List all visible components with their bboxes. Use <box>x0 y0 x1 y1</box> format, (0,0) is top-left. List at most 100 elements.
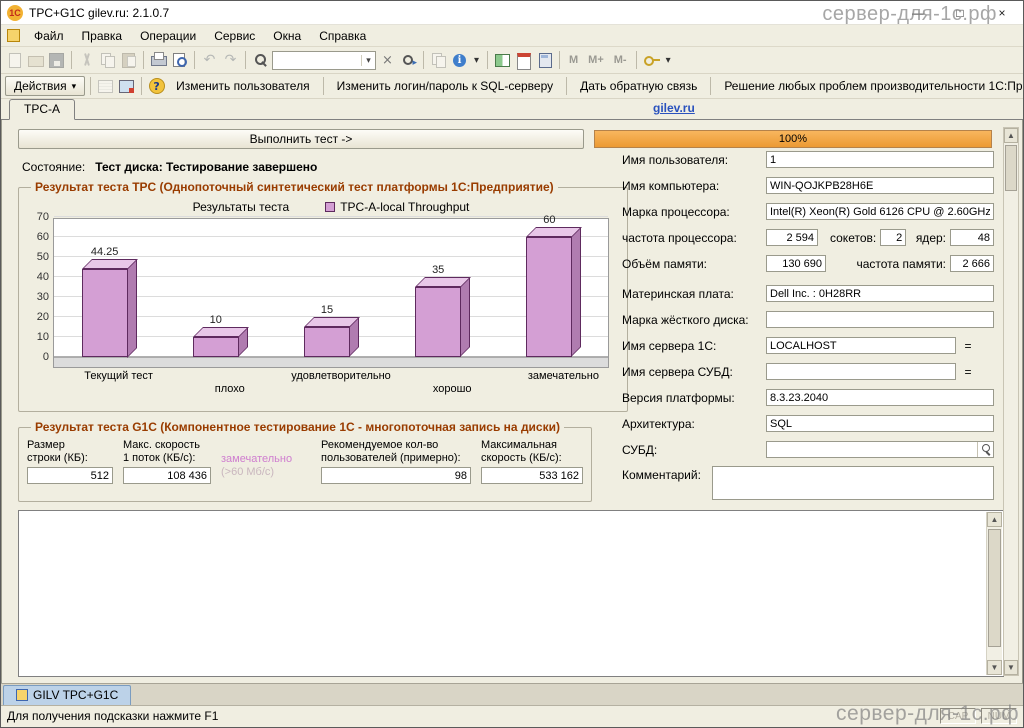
gilev-link[interactable]: gilev.ru <box>653 101 695 115</box>
caret-down-icon[interactable]: ▾ <box>361 54 375 66</box>
chart-legend: TPC-A-local Throughput <box>325 200 469 214</box>
platform-row: Версия платформы: <box>622 388 994 407</box>
run-test-button[interactable]: Выполнить тест -> <box>18 129 584 149</box>
motherboard-label: Материнская плата: <box>622 286 734 301</box>
cut-icon[interactable] <box>77 51 96 69</box>
bar-face <box>571 227 582 357</box>
chart-area: 0 10 20 30 40 50 60 70 44.25 10 15 35 60 <box>27 212 619 368</box>
close-button[interactable]: × <box>981 1 1023 24</box>
menu-item-4[interactable]: Окна <box>265 27 309 45</box>
comment-label: Комментарий: <box>622 468 701 482</box>
tab-tpc-a[interactable]: TPC-A <box>9 99 75 120</box>
tools-icon[interactable] <box>642 51 661 69</box>
scroll-down-icon[interactable]: ▼ <box>987 660 1002 675</box>
architecture-input[interactable] <box>766 415 994 432</box>
save-icon[interactable] <box>47 51 66 69</box>
menu-item-5[interactable]: Справка <box>311 27 374 45</box>
new-file-icon[interactable] <box>5 51 24 69</box>
computer-name-input[interactable] <box>766 177 994 194</box>
minimize-button[interactable]: — <box>897 1 939 24</box>
cpu-frequency-input[interactable] <box>766 229 818 246</box>
user-label: Имя пользователя: <box>622 152 729 167</box>
cpu-model-input[interactable] <box>766 203 994 220</box>
platform-version-input[interactable] <box>766 389 994 406</box>
toolbar-separator <box>423 51 424 69</box>
action-links: Изменить пользователя Изменить логин/паро… <box>168 77 1023 95</box>
scroll-up-icon[interactable]: ▲ <box>1004 128 1018 143</box>
copy-value-icon[interactable] <box>429 51 448 69</box>
scroll-up-icon[interactable]: ▲ <box>987 512 1002 527</box>
caret-down-icon[interactable] <box>471 51 482 69</box>
cap-indicator: CAP <box>940 708 976 724</box>
sockets-input[interactable] <box>880 229 907 246</box>
form-grid-icon[interactable] <box>96 77 115 95</box>
window-tab-icon <box>16 689 28 701</box>
help-icon[interactable] <box>147 77 166 95</box>
server-1c-input[interactable] <box>766 337 956 354</box>
row-size-input[interactable] <box>27 467 113 484</box>
menu-bar: Файл Правка Операции Сервис Окна Справка <box>1 25 1023 47</box>
window-tab-gilv[interactable]: GILV TPC+G1C <box>3 685 132 705</box>
search-input[interactable] <box>273 52 361 68</box>
scroll-thumb[interactable] <box>1005 145 1017 191</box>
menu-item-1[interactable]: Правка <box>74 27 131 45</box>
form-settings-icon[interactable] <box>117 77 136 95</box>
max-speed-input[interactable] <box>481 467 583 484</box>
user-name-input[interactable] <box>766 151 994 168</box>
dbms-input[interactable] <box>767 443 977 456</box>
memory-m-plus-button[interactable]: M+ <box>584 52 608 68</box>
action-link-0[interactable]: Изменить пользователя <box>168 78 317 94</box>
redo-icon[interactable] <box>221 51 240 69</box>
find-next-icon[interactable] <box>399 51 418 69</box>
memory-m-minus-button[interactable]: M- <box>610 52 631 68</box>
clear-search-icon[interactable] <box>378 51 397 69</box>
g1c-field-max-speed-1: Макс. скорость 1 поток (КБ/с): <box>123 439 211 484</box>
search-combobox[interactable]: ▾ <box>272 50 376 70</box>
panel-scrollbar[interactable]: ▲ ▼ <box>1003 127 1019 676</box>
actions-menu-button[interactable]: Действия ▾ <box>5 76 86 96</box>
max-speed-label: Максимальная скорость (КБ/с): <box>481 439 562 464</box>
menu-item-0[interactable]: Файл <box>26 27 72 45</box>
toolbar-separator <box>322 77 324 95</box>
print-icon[interactable] <box>149 51 168 69</box>
undo-icon[interactable] <box>200 51 219 69</box>
y-tick-label: 20 <box>36 311 49 323</box>
action-link-1[interactable]: Изменить логин/пароль к SQL-серверу <box>329 78 562 94</box>
toolbar-separator <box>141 77 143 95</box>
recommended-users-input[interactable] <box>321 467 471 484</box>
server-db-input[interactable] <box>766 363 956 380</box>
output-area[interactable]: ▲ ▼ <box>18 510 1004 677</box>
motherboard-row: Материнская плата: <box>622 284 994 303</box>
print-preview-icon[interactable] <box>170 51 189 69</box>
app-icon: 1С <box>7 4 23 21</box>
table-board-icon[interactable] <box>493 51 512 69</box>
open-folder-icon[interactable] <box>26 51 45 69</box>
copy-icon[interactable] <box>98 51 117 69</box>
max-speed-1-input[interactable] <box>123 467 211 484</box>
dbms-lookup-icon[interactable] <box>977 442 993 457</box>
menu-item-3[interactable]: Сервис <box>206 27 263 45</box>
computer-label: Имя компьютера: <box>622 178 720 193</box>
comment-box[interactable] <box>712 466 994 500</box>
action-link-2[interactable]: Дать обратную связь <box>572 78 705 94</box>
memory-m-button[interactable]: M <box>565 52 582 68</box>
cores-input[interactable] <box>950 229 994 246</box>
paste-icon[interactable] <box>119 51 138 69</box>
find-icon[interactable] <box>251 51 270 69</box>
caret-down-icon[interactable] <box>663 51 674 69</box>
scroll-thumb[interactable] <box>988 529 1001 647</box>
menu-item-2[interactable]: Операции <box>132 27 204 45</box>
hdd-model-input[interactable] <box>766 311 994 328</box>
action-link-3[interactable]: Решение любых проблем производительности… <box>716 78 1023 94</box>
toolbar-separator <box>710 77 712 95</box>
output-scrollbar[interactable]: ▲ ▼ <box>986 512 1002 675</box>
memory-size-input[interactable] <box>766 255 826 272</box>
calculator-icon[interactable] <box>535 51 554 69</box>
motherboard-input[interactable] <box>766 285 994 302</box>
memory-frequency-input[interactable] <box>950 255 994 272</box>
info-icon[interactable] <box>450 51 469 69</box>
maximize-button[interactable]: □ <box>939 1 981 24</box>
toolbar-separator <box>635 51 637 69</box>
scroll-down-icon[interactable]: ▼ <box>1004 660 1018 675</box>
calendar-icon[interactable] <box>514 51 533 70</box>
